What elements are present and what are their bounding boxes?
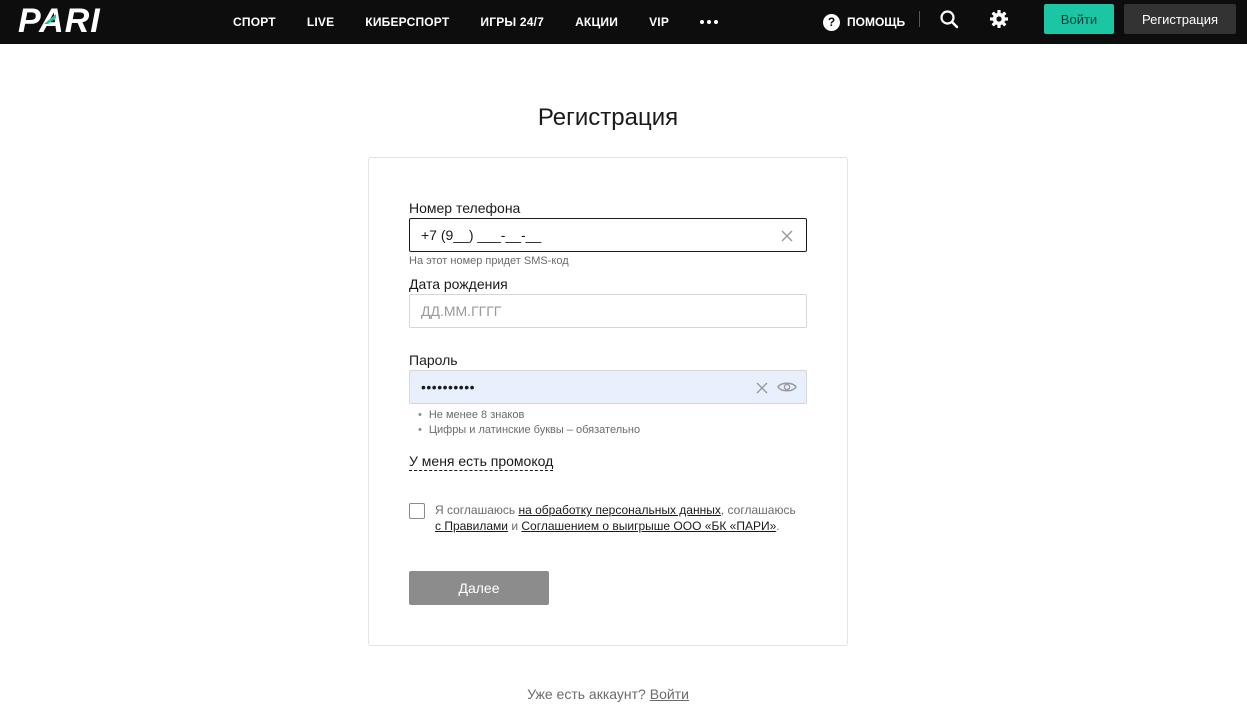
gear-icon[interactable] [989,9,1009,29]
phone-hint: На этот номер придет SMS-код [409,255,569,267]
main-nav: СПОРТ LIVE КИБЕРСПОРТ ИГРЫ 24/7 АКЦИИ VI… [233,0,719,44]
nav-live[interactable]: LIVE [307,15,334,29]
question-circle-icon: ? [823,13,840,31]
nav-sport[interactable]: СПОРТ [233,15,276,29]
birthdate-label: Дата рождения [409,276,508,292]
more-dots-icon[interactable] [700,12,719,32]
header-divider [919,11,920,27]
birthdate-field-wrapper [409,294,807,328]
pari-logo[interactable]: PARI [18,4,150,36]
eye-icon[interactable] [777,380,797,394]
clear-icon[interactable] [756,382,768,394]
clear-icon[interactable] [781,230,793,242]
win-agreement-link[interactable]: Соглашением о выигрыше ООО «БК «ПАРИ» [521,519,776,533]
login-button[interactable]: Войти [1044,4,1114,34]
password-rules: Не менее 8 знаков Цифры и латинские букв… [418,408,640,438]
footer-login-link[interactable]: Войти [650,686,689,702]
personal-data-link[interactable]: на обработку персональных данных [518,503,720,517]
phone-label: Номер телефона [409,200,521,216]
registration-form-card: Номер телефона На этот номер придет SMS-… [368,157,848,646]
page-title: Регистрация [537,104,679,131]
password-rule: Не менее 8 знаков [418,408,640,423]
help-link[interactable]: ? ПОМОЩЬ [823,0,905,44]
have-account-text: Уже есть аккаунт? [527,686,650,702]
password-label: Пароль [409,352,458,368]
svg-text:PARI: PARI [18,4,101,36]
promo-code-link[interactable]: У меня есть промокод [409,453,554,471]
consent-text: Я соглашаюсь на обработку персональных д… [435,503,796,533]
password-field-wrapper [409,370,807,404]
phone-field-wrapper [409,218,807,252]
password-rule: Цифры и латинские буквы – обязательно [418,423,640,438]
register-button[interactable]: Регистрация [1124,4,1236,34]
birthdate-input[interactable] [421,303,751,319]
consent-checkbox[interactable] [409,503,425,519]
nav-games[interactable]: ИГРЫ 24/7 [480,15,544,29]
nav-vip[interactable]: VIP [649,15,669,29]
rules-link[interactable]: с Правилами [435,519,508,533]
top-navigation-bar: PARI СПОРТ LIVE КИБЕРСПОРТ ИГРЫ 24/7 АКЦ… [0,0,1247,44]
next-button[interactable]: Далее [409,571,549,605]
nav-promotions[interactable]: АКЦИИ [575,15,618,29]
help-label: ПОМОЩЬ [847,15,906,29]
have-account-line: Уже есть аккаунт? Войти [0,686,1216,702]
nav-esports[interactable]: КИБЕРСПОРТ [365,15,449,29]
phone-input[interactable] [421,227,751,243]
password-input[interactable] [421,379,751,395]
search-icon[interactable] [939,9,959,29]
